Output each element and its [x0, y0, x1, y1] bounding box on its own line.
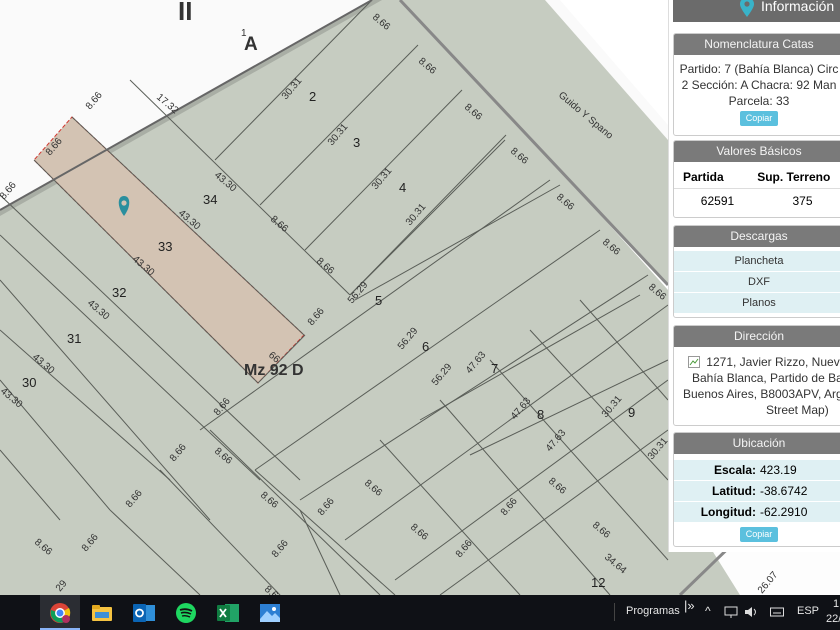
tray-divider — [614, 603, 615, 621]
info-panel-header: Información — [673, 0, 840, 22]
lot-number-34: 34 — [203, 192, 217, 207]
lot-number-6: 6 — [422, 339, 429, 354]
lot-number-2: 2 — [309, 89, 316, 104]
clock-date[interactable]: 22/ — [826, 613, 840, 625]
direccion-line-3: Buenos Aires, B8003APV, Arg — [683, 387, 840, 401]
ubicacion-card: Ubicación Escala: 423.19 Latitud: -38.6742… — [673, 432, 840, 547]
longitud-value: -62.2910 — [760, 505, 808, 519]
nomenclatura-line-2: 2 Sección: A Chacra: 92 Man — [681, 78, 837, 92]
file-explorer-icon[interactable] — [88, 599, 116, 627]
direccion-title: Dirección — [674, 326, 840, 347]
partida-header: Partida — [683, 170, 724, 184]
spotify-icon[interactable] — [172, 599, 200, 627]
roman-numeral-label: II — [178, 0, 192, 26]
lot-number-30: 30 — [22, 375, 36, 390]
direccion-card: Dirección 1271, Javier Rizzo, Nuev Bahía… — [673, 325, 840, 426]
excel-icon[interactable] — [214, 599, 242, 627]
chrome-icon[interactable] — [46, 599, 74, 627]
network-icon[interactable] — [724, 606, 738, 618]
lot-number-3: 3 — [353, 135, 360, 150]
lot-number-5: 5 — [375, 293, 382, 308]
lot-number-31: 31 — [67, 331, 81, 346]
clock-time[interactable]: 1 — [833, 598, 839, 610]
broken-image-icon — [688, 356, 700, 368]
direccion-line-1: 1271, Javier Rizzo, Nuev — [706, 355, 840, 369]
nomenclatura-line-1: Partido: 7 (Bahía Blanca) Circ — [679, 62, 839, 76]
copy-nomenclatura-button[interactable]: Copiar — [739, 111, 779, 126]
toolbar-expand-icon[interactable]: |» — [684, 598, 695, 613]
info-panel-title: Información — [761, 0, 835, 14]
block-letter-label: A — [244, 34, 258, 55]
lot-number-12: 12 — [591, 575, 605, 590]
lot-number-7: 7 — [491, 361, 498, 376]
nomenclatura-card: Nomenclatura Catas Partido: 7 (Bahía Bla… — [673, 33, 840, 136]
valores-basicos-card: Valores Básicos Partida Sup. Terreno 625… — [673, 140, 840, 218]
lot-number-4: 4 — [399, 180, 406, 195]
lot-number-33: 33 — [158, 239, 172, 254]
copy-ubicacion-button[interactable]: Copiar — [739, 527, 779, 542]
nomenclatura-title: Nomenclatura Catas — [674, 34, 840, 55]
latitud-label: Latitud: — [712, 484, 756, 498]
descargas-card: Descargas Plancheta DXF Planos — [673, 225, 840, 318]
nomenclatura-line-3: Parcela: 33 — [728, 94, 790, 108]
volume-icon[interactable] — [744, 606, 758, 618]
download-dxf-link[interactable]: DXF — [674, 271, 840, 292]
download-planos-link[interactable]: Planos — [674, 292, 840, 313]
chevron-up-icon[interactable]: ^ — [705, 604, 711, 618]
partida-value: 62591 — [700, 194, 735, 208]
descargas-title: Descargas — [674, 226, 840, 247]
lot-number-9: 9 — [628, 405, 635, 420]
escala-label: Escala: — [713, 463, 756, 477]
download-plancheta-link[interactable]: Plancheta — [674, 250, 840, 271]
lot-number-32: 32 — [112, 285, 126, 300]
info-panel: Información Nomenclatura Catas Partido: … — [668, 0, 840, 552]
valores-basicos-title: Valores Básicos — [674, 141, 840, 162]
map-marker-icon — [740, 0, 754, 17]
escala-value: 423.19 — [760, 463, 797, 477]
language-indicator[interactable]: ESP — [797, 605, 819, 617]
longitud-label: Longitud: — [700, 505, 756, 519]
outlook-icon[interactable] — [130, 599, 158, 627]
latitud-value: -38.6742 — [760, 484, 808, 498]
keyboard-icon[interactable] — [770, 606, 784, 618]
photos-icon[interactable] — [256, 599, 284, 627]
direccion-line-4: Street Map) — [766, 403, 829, 417]
ubicacion-title: Ubicación — [674, 433, 840, 454]
programas-toolbar[interactable]: Programas — [626, 605, 680, 617]
sup-terreno-header: Sup. Terreno — [757, 170, 831, 184]
lot-number-8: 8 — [537, 407, 544, 422]
direccion-line-2: Bahía Blanca, Partido de Ba — [692, 371, 840, 385]
windows-taskbar: Programas |» ^ ESP 1 22/ — [0, 595, 840, 630]
sup-terreno-value: 375 — [792, 194, 813, 208]
